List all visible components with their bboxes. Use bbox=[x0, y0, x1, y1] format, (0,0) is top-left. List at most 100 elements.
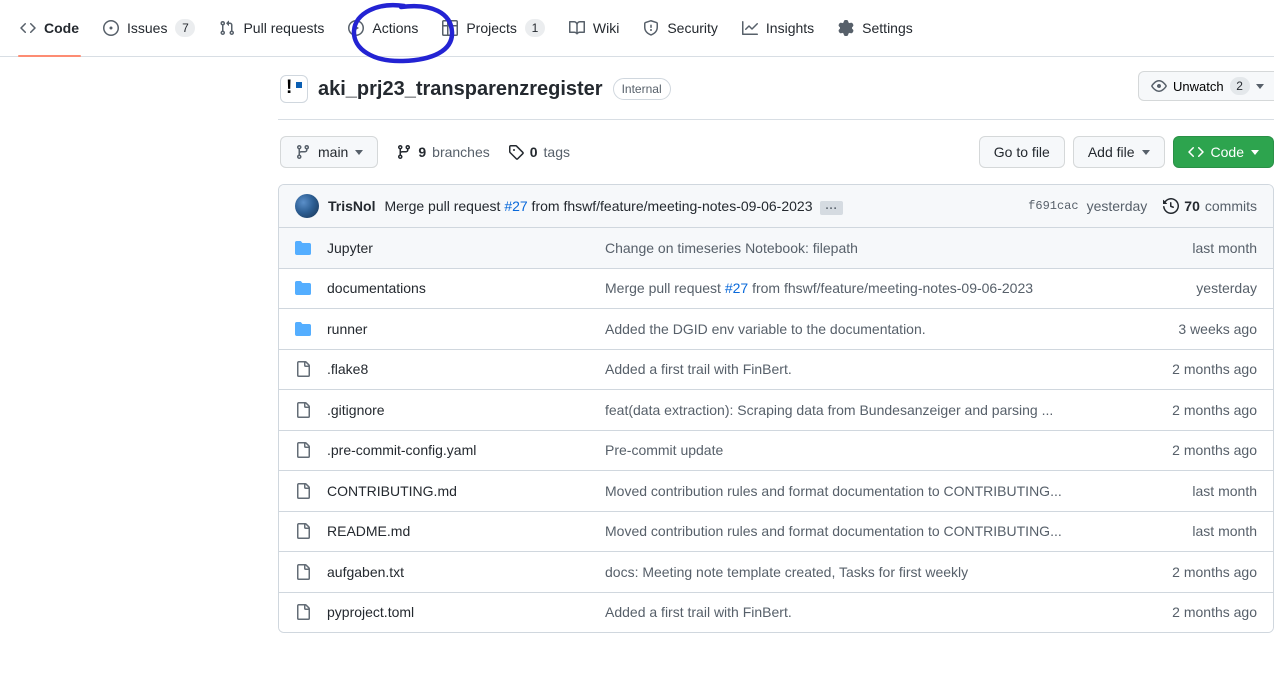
add-file-button[interactable]: Add file bbox=[1073, 136, 1165, 168]
unwatch-label: Unwatch bbox=[1173, 79, 1224, 94]
git-branch-icon bbox=[295, 144, 311, 160]
pr-link[interactable]: #27 bbox=[504, 198, 527, 214]
commit-age: 2 months ago bbox=[1137, 564, 1257, 580]
table-row[interactable]: README.md Moved contribution rules and f… bbox=[279, 511, 1273, 552]
file-name-link[interactable]: .flake8 bbox=[327, 361, 589, 377]
commit-author-link[interactable]: TrisNol bbox=[328, 198, 375, 214]
tab-wiki[interactable]: Wiki bbox=[557, 0, 631, 56]
table-row[interactable]: documentations Merge pull request #27 fr… bbox=[279, 268, 1273, 309]
tab-settings[interactable]: Settings bbox=[826, 0, 925, 56]
code-button[interactable]: Code bbox=[1173, 136, 1274, 168]
tab-wiki-label: Wiki bbox=[593, 20, 619, 36]
tab-security[interactable]: Security bbox=[631, 0, 730, 56]
commit-message-link[interactable]: Added the DGID env variable to the docum… bbox=[605, 321, 1121, 337]
go-to-file-button[interactable]: Go to file bbox=[979, 136, 1065, 168]
repo-header: ! aki_prj23_transparenzregister Internal… bbox=[278, 57, 1274, 120]
chevron-down-icon bbox=[1251, 150, 1259, 155]
chevron-down-icon bbox=[355, 150, 363, 155]
commits-count: 70 bbox=[1184, 198, 1200, 214]
table-row[interactable]: .flake8 Added a first trail with FinBert… bbox=[279, 349, 1273, 390]
folder-icon bbox=[295, 321, 311, 337]
table-row[interactable]: .gitignore feat(data extraction): Scrapi… bbox=[279, 389, 1273, 430]
file-name-link[interactable]: aufgaben.txt bbox=[327, 564, 589, 580]
commit-message-link[interactable]: Pre-commit update bbox=[605, 442, 1121, 458]
code-button-label: Code bbox=[1211, 144, 1244, 160]
file-name-link[interactable]: CONTRIBUTING.md bbox=[327, 483, 589, 499]
file-icon bbox=[295, 361, 311, 377]
commit-date: yesterday bbox=[1087, 198, 1148, 214]
file-rows: Jupyter Change on timeseries Notebook: f… bbox=[279, 227, 1273, 632]
commits-label: commits bbox=[1205, 198, 1257, 214]
file-name-link[interactable]: Jupyter bbox=[327, 240, 589, 256]
file-icon bbox=[295, 442, 311, 458]
org-avatar[interactable]: ! bbox=[280, 75, 308, 103]
tab-projects[interactable]: Projects 1 bbox=[430, 0, 557, 56]
file-icon bbox=[295, 523, 311, 539]
file-name-link[interactable]: README.md bbox=[327, 523, 589, 539]
graph-icon bbox=[742, 20, 758, 36]
chevron-down-icon bbox=[1142, 150, 1150, 155]
tags-label: tags bbox=[544, 144, 570, 160]
repo-content: ! aki_prj23_transparenzregister Internal… bbox=[278, 57, 1274, 633]
tab-pull-requests[interactable]: Pull requests bbox=[207, 0, 336, 56]
repo-toolbar: main 9 branches 0 tags Go to file Add fi… bbox=[278, 136, 1274, 168]
commit-message-link[interactable]: Moved contribution rules and format docu… bbox=[605, 483, 1121, 499]
shield-icon bbox=[643, 20, 659, 36]
pr-link[interactable]: #27 bbox=[725, 280, 748, 296]
unwatch-button[interactable]: Unwatch 2 bbox=[1138, 71, 1274, 101]
tab-code-label: Code bbox=[44, 20, 79, 36]
file-name-link[interactable]: .gitignore bbox=[327, 402, 589, 418]
branches-link[interactable]: 9 branches bbox=[396, 144, 489, 160]
commit-history-link[interactable]: 70 commits bbox=[1163, 198, 1257, 214]
file-icon bbox=[295, 483, 311, 499]
table-row[interactable]: runner Added the DGID env variable to th… bbox=[279, 308, 1273, 349]
tab-issues-label: Issues bbox=[127, 20, 167, 36]
file-name-link[interactable]: pyproject.toml bbox=[327, 604, 589, 620]
commit-message-link[interactable]: Added a first trail with FinBert. bbox=[605, 604, 1121, 620]
branch-selector-button[interactable]: main bbox=[280, 136, 378, 168]
watch-count-badge: 2 bbox=[1230, 77, 1250, 95]
table-row[interactable]: pyproject.toml Added a first trail with … bbox=[279, 592, 1273, 633]
code-icon bbox=[1188, 144, 1204, 160]
file-name-link[interactable]: runner bbox=[327, 321, 589, 337]
file-name-link[interactable]: documentations bbox=[327, 280, 589, 296]
commit-age: 3 weeks ago bbox=[1137, 321, 1257, 337]
book-icon bbox=[569, 20, 585, 36]
tab-code[interactable]: Code bbox=[8, 0, 91, 56]
table-row[interactable]: .pre-commit-config.yaml Pre-commit updat… bbox=[279, 430, 1273, 471]
commit-message-link[interactable]: docs: Meeting note template created, Tas… bbox=[605, 564, 1121, 580]
commit-message-link[interactable]: Moved contribution rules and format docu… bbox=[605, 523, 1121, 539]
tab-actions-label: Actions bbox=[372, 20, 418, 36]
commit-message-link[interactable]: Added a first trail with FinBert. bbox=[605, 361, 1121, 377]
commit-ellipsis-button[interactable]: ... bbox=[820, 201, 842, 215]
tags-link[interactable]: 0 tags bbox=[508, 144, 570, 160]
commit-message-link[interactable]: Change on timeseries Notebook: filepath bbox=[605, 240, 1121, 256]
issues-count-badge: 7 bbox=[175, 19, 195, 37]
commit-age: last month bbox=[1137, 483, 1257, 499]
git-branch-icon bbox=[396, 144, 412, 160]
table-row[interactable]: Jupyter Change on timeseries Notebook: f… bbox=[279, 227, 1273, 268]
repo-tab-nav: Code Issues 7 Pull requests Actions Proj… bbox=[0, 0, 1274, 57]
commit-message-link[interactable]: feat(data extraction): Scraping data fro… bbox=[605, 402, 1121, 418]
commit-sha-link[interactable]: f691cac bbox=[1028, 199, 1078, 213]
repo-title: aki_prj23_transparenzregister bbox=[318, 78, 603, 101]
commit-age: 2 months ago bbox=[1137, 361, 1257, 377]
folder-icon bbox=[295, 280, 311, 296]
code-icon bbox=[20, 20, 36, 36]
table-row[interactable]: CONTRIBUTING.md Moved contribution rules… bbox=[279, 470, 1273, 511]
issue-opened-icon bbox=[103, 20, 119, 36]
file-icon bbox=[295, 402, 311, 418]
table-row[interactable]: aufgaben.txt docs: Meeting note template… bbox=[279, 551, 1273, 592]
commit-author-avatar[interactable] bbox=[295, 194, 319, 218]
file-icon bbox=[295, 564, 311, 580]
play-icon bbox=[348, 20, 364, 36]
tab-insights[interactable]: Insights bbox=[730, 0, 826, 56]
commit-age: 2 months ago bbox=[1137, 604, 1257, 620]
table-icon bbox=[442, 20, 458, 36]
commit-message-link[interactable]: Merge pull request #27 from fhswf/featur… bbox=[605, 280, 1121, 296]
tab-issues[interactable]: Issues 7 bbox=[91, 0, 207, 56]
tab-actions[interactable]: Actions bbox=[336, 0, 430, 56]
latest-commit-bar: TrisNol Merge pull request #27 from fhsw… bbox=[279, 185, 1273, 227]
file-name-link[interactable]: .pre-commit-config.yaml bbox=[327, 442, 589, 458]
commit-message[interactable]: Merge pull request #27 from fhswf/featur… bbox=[384, 198, 842, 215]
